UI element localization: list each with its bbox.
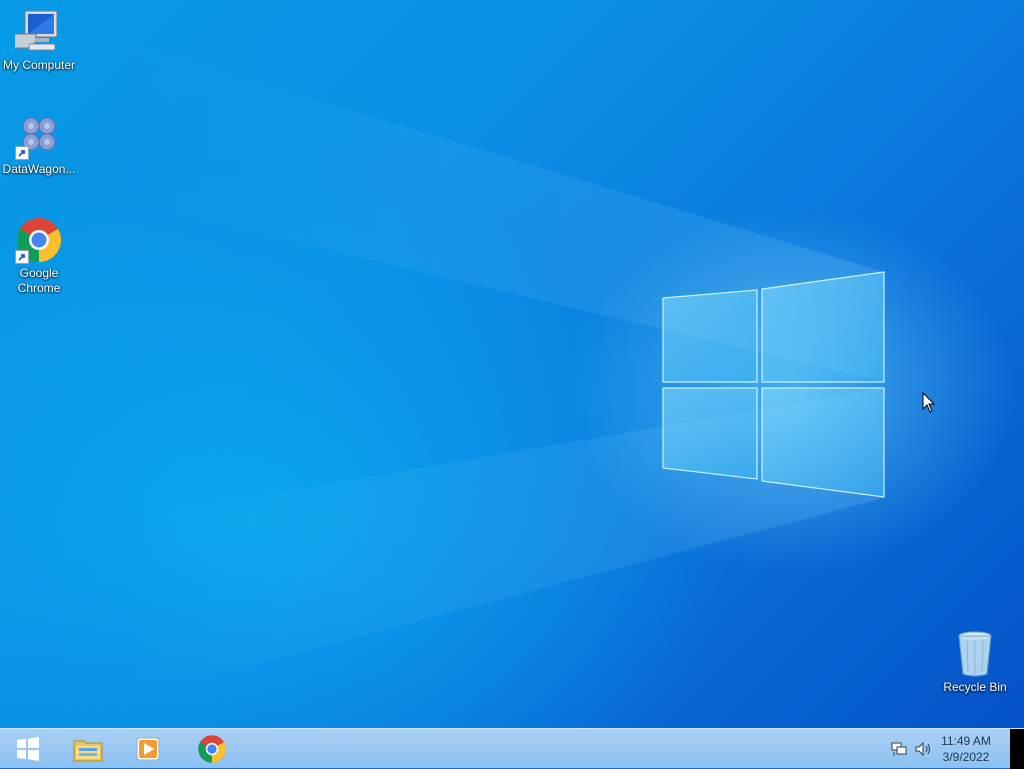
media-player-icon <box>136 737 160 761</box>
chrome-icon <box>15 216 63 264</box>
desktop-icon-my-computer[interactable]: My Computer <box>0 8 78 73</box>
desktop-icon-label: Recycle Bin <box>943 680 1007 694</box>
taskbar: 11:49 AM 3/9/2022 <box>0 728 1024 769</box>
computer-icon <box>11 8 63 56</box>
start-button[interactable] <box>0 729 56 769</box>
file-explorer-icon <box>73 740 103 762</box>
network-icon[interactable] <box>890 740 908 758</box>
system-tray <box>890 729 934 769</box>
desktop-icon-datawagon[interactable]: DataWagon... <box>0 112 78 177</box>
desktop-icon-google-chrome[interactable]: Google Chrome <box>0 216 78 296</box>
volume-icon[interactable] <box>914 740 934 758</box>
desktop-icon-recycle-bin[interactable]: Recycle Bin <box>936 630 1014 695</box>
shortcut-arrow-icon <box>15 250 29 264</box>
taskbar-chrome[interactable] <box>184 729 240 769</box>
show-desktop-button[interactable] <box>1010 729 1024 769</box>
desktop-wallpaper[interactable]: My Computer DataWagon... Google Chrome R… <box>0 0 1024 728</box>
desktop-icon-label: Google Chrome <box>17 266 61 295</box>
desktop-icon-label: My Computer <box>2 58 76 72</box>
windows-start-icon <box>17 737 39 761</box>
gear-cluster-icon <box>15 112 63 160</box>
taskbar-clock[interactable]: 11:49 AM 3/9/2022 <box>936 733 996 765</box>
windows-logo-wallpaper <box>120 40 885 700</box>
taskbar-file-explorer[interactable] <box>60 729 116 769</box>
clock-time: 11:49 AM <box>941 734 991 748</box>
clock-date: 3/9/2022 <box>942 750 990 764</box>
shortcut-arrow-icon <box>15 146 29 160</box>
recycle-bin-icon <box>951 630 999 678</box>
mouse-cursor-icon <box>922 392 936 413</box>
desktop-icon-label: DataWagon... <box>2 162 76 176</box>
chrome-icon <box>198 735 226 763</box>
taskbar-media-player[interactable] <box>120 729 176 769</box>
